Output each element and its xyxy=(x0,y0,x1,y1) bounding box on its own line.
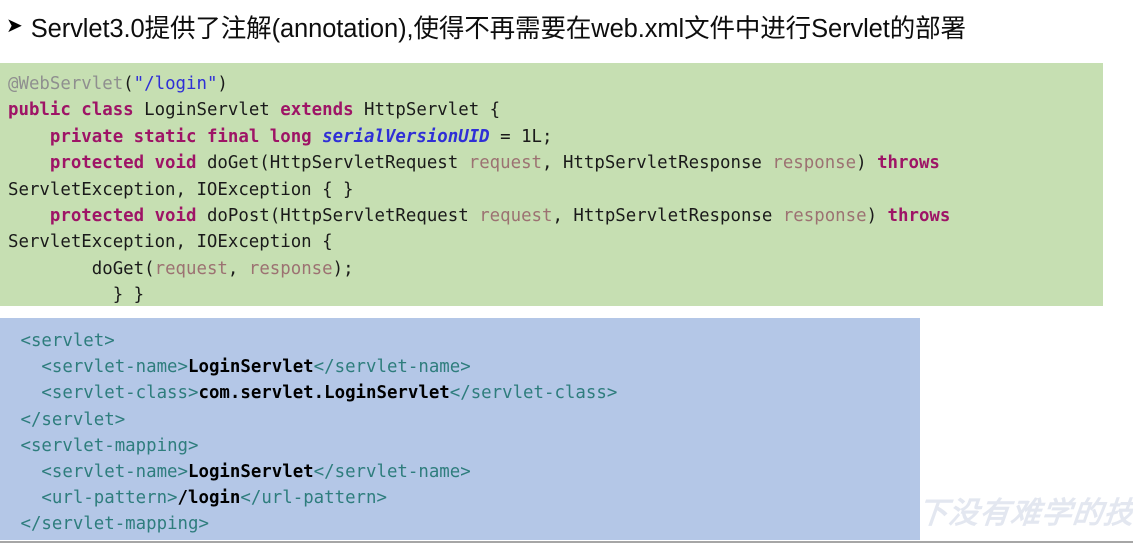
java-code-block: @WebServlet("/login") public class LoginS… xyxy=(0,63,1103,306)
code-token: LoginServlet xyxy=(144,100,281,121)
code-token: <servlet-mapping> xyxy=(10,435,199,456)
code-token: protected void xyxy=(49,153,207,174)
code-token: , HttpServletResponse xyxy=(542,153,773,174)
code-token: <servlet-class> xyxy=(10,383,199,404)
code-token: </servlet-name> xyxy=(313,357,471,378)
code-token: <url-pattern> xyxy=(10,488,178,509)
code-token: HttpServlet { xyxy=(364,100,501,121)
xml-code-line-6: <servlet-name>LoginServlet</servlet-name… xyxy=(10,459,916,485)
code-token: public class xyxy=(8,100,145,121)
xml-code-line-8: </servlet-mapping> xyxy=(10,511,916,537)
java-code-line-4: protected void doGet(HttpServletRequest … xyxy=(8,150,1099,203)
code-token: , xyxy=(227,258,249,279)
xml-web-xml-code-block: <servlet> <servlet-name>LoginServlet</se… xyxy=(0,318,920,540)
code-token: </servlet-name> xyxy=(313,462,471,483)
code-token: <servlet-name> xyxy=(10,357,189,378)
java-code-line-1: @WebServlet("/login") xyxy=(8,71,1099,97)
code-token: ) xyxy=(856,153,878,174)
code-token: </servlet-mapping> xyxy=(10,514,209,535)
code-token: request xyxy=(468,153,543,174)
arrow-bullet-icon: ➤ xyxy=(6,13,23,37)
code-token: extends xyxy=(280,100,365,121)
code-token: throws xyxy=(887,206,951,227)
code-token: ) xyxy=(217,74,228,94)
watermark-text: 下没有难学的技术 xyxy=(915,497,1133,530)
code-token: /login xyxy=(177,488,241,509)
code-token: ) xyxy=(866,206,888,227)
code-token: request xyxy=(479,206,553,227)
code-token: response xyxy=(772,153,857,174)
code-token: ( xyxy=(123,74,134,94)
code-token: <servlet-name> xyxy=(10,462,189,483)
code-token: "/login" xyxy=(133,74,218,94)
xml-code-line-5: <servlet-mapping> xyxy=(10,433,916,459)
xml-code-line-7: <url-pattern>/login</url-pattern> xyxy=(10,485,916,511)
code-token: doGet( xyxy=(8,258,155,279)
java-code-line-6: doGet(request, response); xyxy=(8,256,1099,282)
code-token: </url-pattern> xyxy=(240,488,387,509)
java-code-line-2: public class LoginServlet extends HttpSe… xyxy=(8,97,1099,123)
code-token: ); xyxy=(332,258,354,279)
code-token: = 1L; xyxy=(489,126,553,147)
java-code-line-3: private static final long serialVersionU… xyxy=(8,124,1099,150)
code-token: response xyxy=(248,258,333,279)
xml-code-line-1: <servlet> xyxy=(10,328,916,354)
code-token: throws xyxy=(877,153,940,174)
code-token: protected void xyxy=(49,206,207,227)
code-token: com.servlet.LoginServlet xyxy=(198,383,450,404)
code-token: serialVersionUID xyxy=(322,126,490,147)
code-token: request xyxy=(154,258,228,279)
code-token: doPost(HttpServletRequest xyxy=(206,206,480,227)
code-token: ServletException, IOException { } xyxy=(8,179,354,200)
slide-heading: ➤ Servlet3.0提供了注解(annotation),使得不再需要在web… xyxy=(0,2,1133,50)
xml-code-line-4: </servlet> xyxy=(10,407,916,433)
code-token: doGet(HttpServletRequest xyxy=(206,153,469,174)
code-token: , HttpServletResponse xyxy=(552,206,783,227)
xml-code-line-3: <servlet-class>com.servlet.LoginServlet<… xyxy=(10,380,916,406)
code-token: ServletException, IOException { xyxy=(8,232,333,253)
code-token: } } xyxy=(8,285,145,306)
code-token: <servlet> xyxy=(10,331,115,351)
code-token: response xyxy=(782,206,867,227)
code-token: @WebServlet xyxy=(8,74,124,94)
code-token: </servlet-class> xyxy=(449,383,618,404)
code-token: LoginServlet xyxy=(188,357,314,378)
bottom-divider xyxy=(0,541,1133,543)
java-code-line-5: protected void doPost(HttpServletRequest… xyxy=(8,203,1099,256)
code-token: LoginServlet xyxy=(188,462,314,483)
slide-heading-text: Servlet3.0提供了注解(annotation),使得不再需要在web.x… xyxy=(30,14,966,43)
java-code-line-7: } } xyxy=(8,282,1099,306)
code-token: </servlet> xyxy=(10,409,126,430)
code-token: private static final long xyxy=(49,126,323,147)
xml-code-line-2: <servlet-name>LoginServlet</servlet-name… xyxy=(10,354,916,380)
